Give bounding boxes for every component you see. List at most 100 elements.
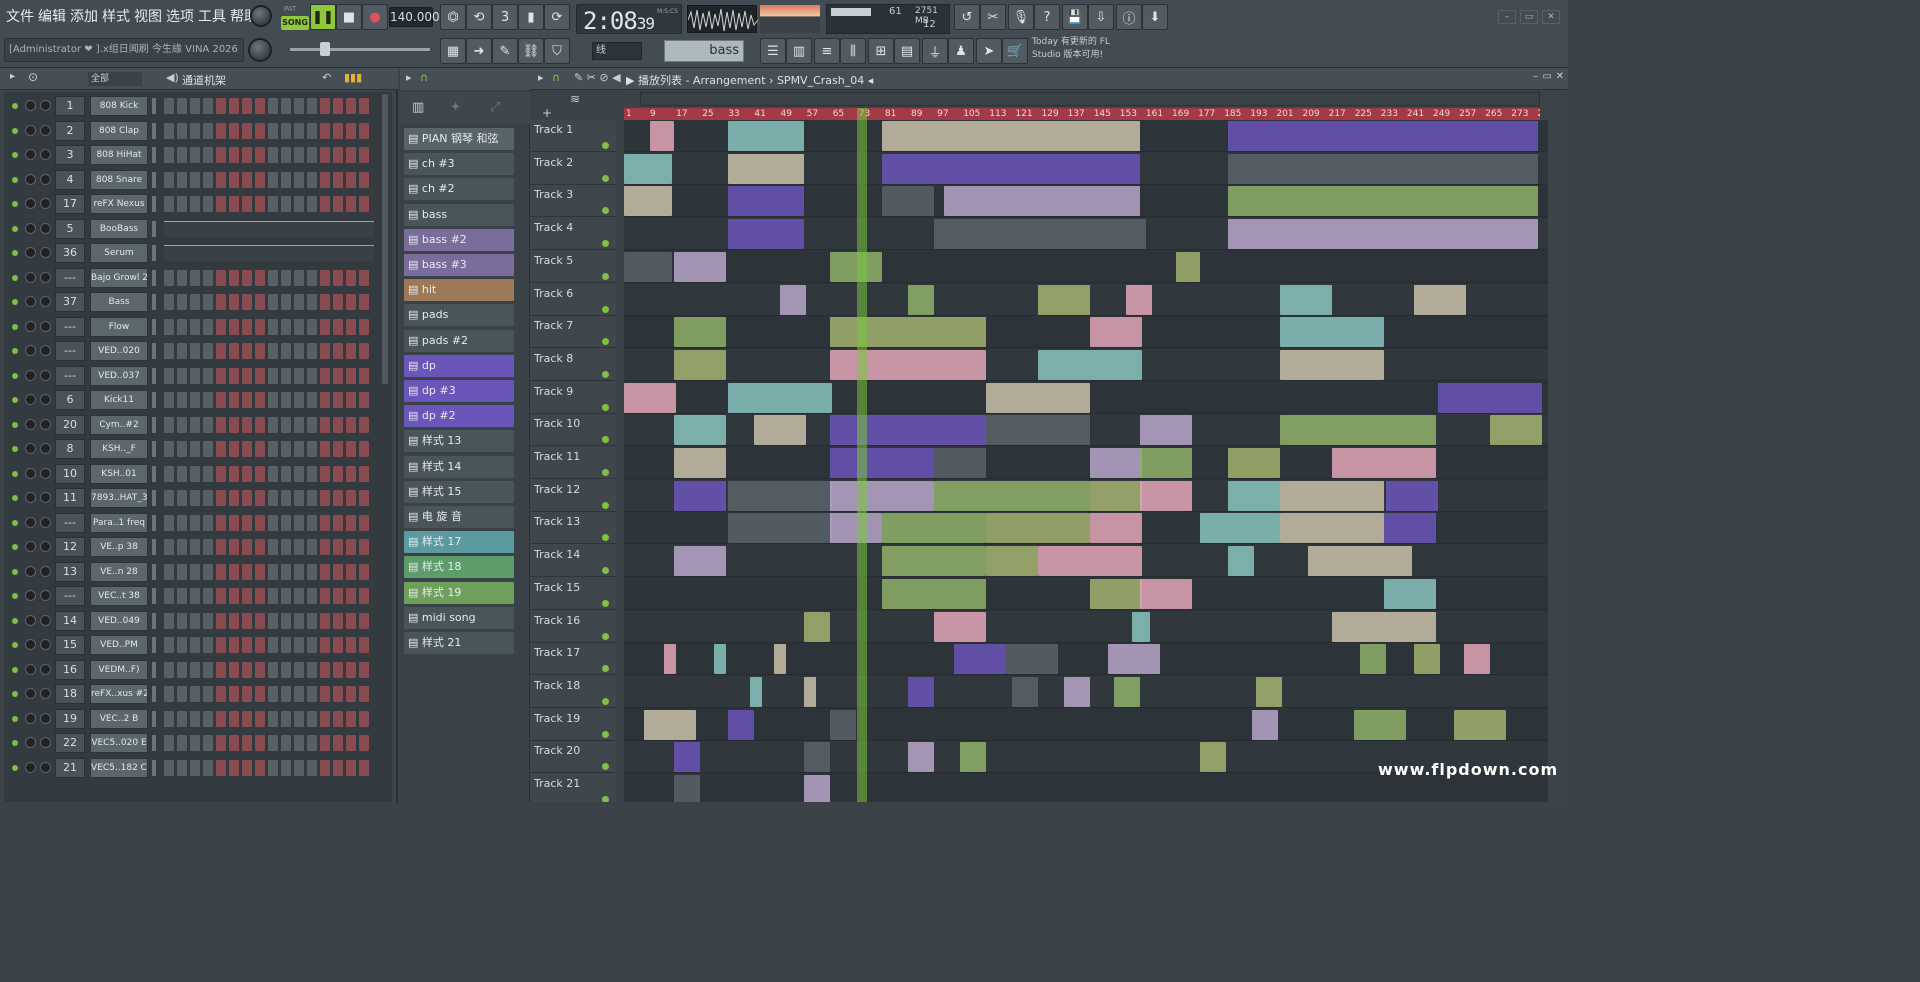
step-button[interactable] (346, 735, 356, 751)
step-button[interactable] (242, 514, 252, 531)
track-lane[interactable] (624, 545, 1548, 578)
channel-name-button[interactable]: VEC..t 38 (90, 586, 148, 606)
play-arrow-button[interactable]: ➜ (466, 38, 492, 64)
step-sequencer[interactable] (164, 563, 369, 580)
step-button[interactable] (333, 661, 343, 678)
step-button[interactable] (268, 343, 278, 359)
channel-led-icon[interactable] (12, 470, 18, 477)
track-lane[interactable] (624, 382, 1548, 414)
channel-select[interactable] (152, 759, 156, 776)
channel-select[interactable] (152, 735, 156, 751)
step-button[interactable] (164, 637, 174, 653)
step-button[interactable] (190, 759, 200, 776)
step-button[interactable] (294, 416, 304, 433)
step-button[interactable] (268, 196, 278, 212)
step-button[interactable] (320, 686, 330, 702)
step-button[interactable] (320, 294, 330, 310)
step-button[interactable] (281, 735, 291, 751)
channel-volume-knob[interactable] (40, 149, 51, 160)
channel-select[interactable] (152, 490, 156, 506)
channel-volume-knob[interactable] (40, 688, 51, 699)
step-button[interactable] (216, 416, 226, 433)
channel-led-icon[interactable] (12, 544, 18, 550)
channel-row[interactable]: 15 VED..PM (4, 633, 392, 657)
playlist-clip[interactable] (1200, 513, 1280, 544)
step-button[interactable] (320, 343, 330, 359)
step-button[interactable] (242, 98, 252, 114)
channel-mixer-number[interactable]: 20 (55, 414, 85, 435)
step-button[interactable] (346, 514, 356, 531)
record-button[interactable]: ● (362, 4, 388, 30)
step-button[interactable] (229, 147, 239, 163)
playlist-clip[interactable] (728, 382, 832, 413)
channel-select[interactable] (152, 588, 156, 604)
playlist-clip[interactable] (1280, 415, 1436, 446)
channel-pan-knob[interactable] (25, 418, 36, 430)
step-sequencer[interactable] (164, 98, 369, 114)
step-button[interactable] (164, 539, 174, 555)
channel-row[interactable]: 12 VE..p 38 (4, 535, 392, 559)
step-button[interactable] (268, 735, 278, 751)
step-button[interactable] (359, 294, 369, 310)
step-button[interactable] (216, 269, 226, 286)
step-button[interactable] (203, 710, 213, 727)
channel-row[interactable]: 8 KSH.._F (4, 437, 392, 461)
step-button[interactable] (177, 661, 187, 678)
step-button[interactable] (242, 147, 252, 163)
pattern-item[interactable]: ▤ 样式 15 (404, 480, 514, 503)
playlist-clip[interactable] (882, 186, 934, 217)
step-button[interactable] (177, 147, 187, 163)
playlist-clip[interactable] (1252, 709, 1278, 740)
channel-led-icon[interactable] (12, 176, 18, 183)
playlist-clip[interactable] (1090, 448, 1142, 478)
save-button[interactable]: 💾 (1062, 4, 1088, 30)
channel-led-icon[interactable] (12, 421, 18, 428)
step-button[interactable] (164, 367, 174, 384)
track-header[interactable]: Track 4 (530, 218, 616, 251)
step-button[interactable] (333, 147, 343, 163)
step-button[interactable] (294, 759, 304, 776)
step-button[interactable] (164, 269, 174, 286)
channel-name-button[interactable]: 808 Kick (90, 96, 148, 116)
step-button[interactable] (307, 171, 317, 188)
step-button[interactable] (216, 196, 226, 212)
channel-led-icon[interactable] (12, 274, 18, 281)
step-button[interactable] (216, 441, 226, 457)
channel-select[interactable] (152, 171, 156, 188)
step-button[interactable] (203, 661, 213, 678)
playlist-clip[interactable] (650, 121, 674, 151)
step-button[interactable] (294, 294, 304, 310)
playlist-clip[interactable] (674, 415, 726, 446)
chevron-right-icon[interactable]: ▸ (406, 71, 412, 84)
track-header[interactable]: Track 16 (530, 611, 616, 643)
step-button[interactable] (255, 147, 265, 163)
step-button[interactable] (346, 686, 356, 702)
step-button[interactable] (346, 637, 356, 653)
step-button[interactable] (281, 392, 291, 408)
step-button[interactable] (346, 661, 356, 678)
playlist-clip[interactable] (1332, 611, 1436, 642)
step-button[interactable] (320, 637, 330, 653)
playlist-clip[interactable] (1228, 448, 1280, 478)
playlist-clip[interactable] (830, 709, 856, 740)
playlist-clip[interactable] (674, 349, 726, 380)
step-button[interactable] (281, 147, 291, 163)
channel-select[interactable] (152, 98, 156, 114)
close-icon[interactable]: ✕ (1542, 10, 1560, 24)
step-button[interactable] (242, 465, 252, 482)
track-header[interactable]: Track 14 (530, 545, 616, 578)
step-button[interactable] (281, 612, 291, 629)
step-button[interactable] (190, 367, 200, 384)
channel-name-button[interactable]: KSH.._F (90, 439, 148, 459)
step-button[interactable] (333, 686, 343, 702)
browser-button[interactable]: ⊞ (868, 38, 894, 64)
step-button[interactable] (307, 147, 317, 163)
channel-row[interactable]: --- VED..020 (4, 339, 392, 363)
step-edit-button[interactable]: ▮ (518, 4, 544, 30)
step-button[interactable] (190, 171, 200, 188)
step-button[interactable] (333, 612, 343, 629)
step-button[interactable] (216, 686, 226, 702)
playlist-clip[interactable] (728, 513, 832, 544)
loop-record-button[interactable]: ⟳ (544, 4, 570, 30)
channel-select[interactable] (152, 441, 156, 457)
